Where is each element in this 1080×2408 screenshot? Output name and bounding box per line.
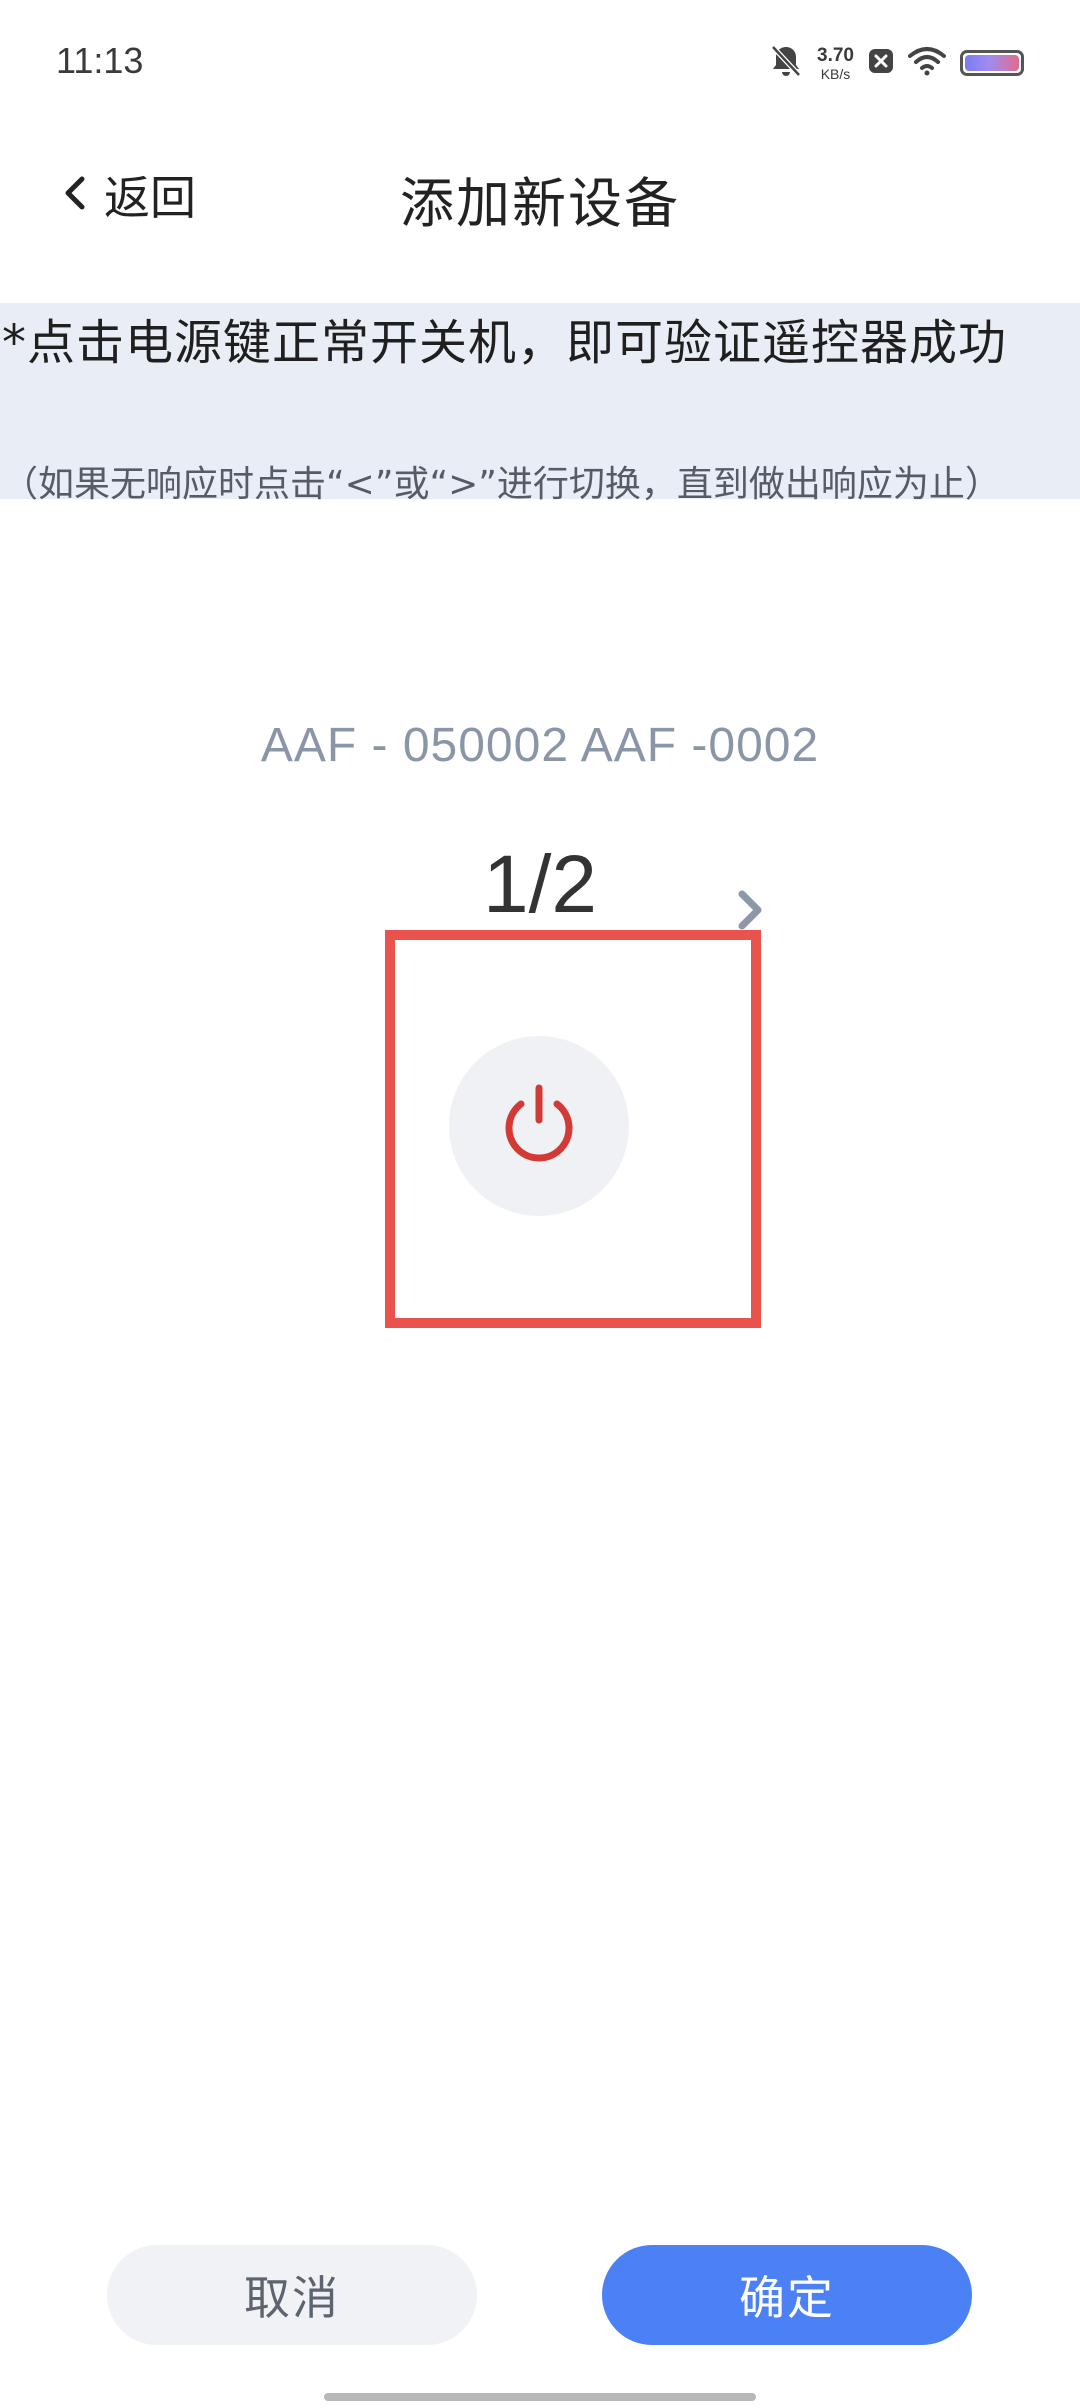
page-indicator: 1/2: [483, 839, 597, 930]
battery-icon: [960, 50, 1024, 76]
page-title: 添加新设备: [400, 172, 680, 235]
net-speed-value: 3.70: [817, 44, 854, 66]
device-model: AAF - 050002 AAF -0002: [260, 719, 820, 772]
instruction-text: *点击电源键正常开关机，即可验证遥控器成功: [2, 315, 1008, 371]
screen: 11:13 3.70 KB/s 返回 添加新设备 *点击电源键正常开关机，即可验…: [0, 0, 1080, 2408]
status-icons: 3.70 KB/s: [769, 38, 1024, 88]
header: 返回 添加新设备: [0, 125, 1080, 265]
chevron-right-icon: [738, 890, 762, 930]
instruction-hint: （如果无响应时点击“<”或“>”进行切换，直到做出响应为止）: [2, 464, 1001, 505]
wifi-icon: [908, 46, 946, 80]
status-time: 11:13: [56, 40, 144, 81]
cancel-button[interactable]: 取消: [107, 2245, 477, 2345]
close-box-icon: [868, 48, 894, 78]
net-speed: 3.70 KB/s: [817, 46, 854, 81]
status-bar: 11:13 3.70 KB/s: [0, 0, 1080, 125]
bell-muted-icon: [769, 43, 803, 83]
confirm-button[interactable]: 确定: [602, 2245, 972, 2345]
net-speed-unit: KB/s: [820, 65, 851, 82]
power-button[interactable]: [449, 1036, 629, 1216]
battery-level: [965, 55, 1019, 71]
home-indicator[interactable]: [324, 2393, 756, 2401]
power-icon: [491, 1076, 587, 1176]
next-arrow-button[interactable]: [728, 884, 772, 936]
